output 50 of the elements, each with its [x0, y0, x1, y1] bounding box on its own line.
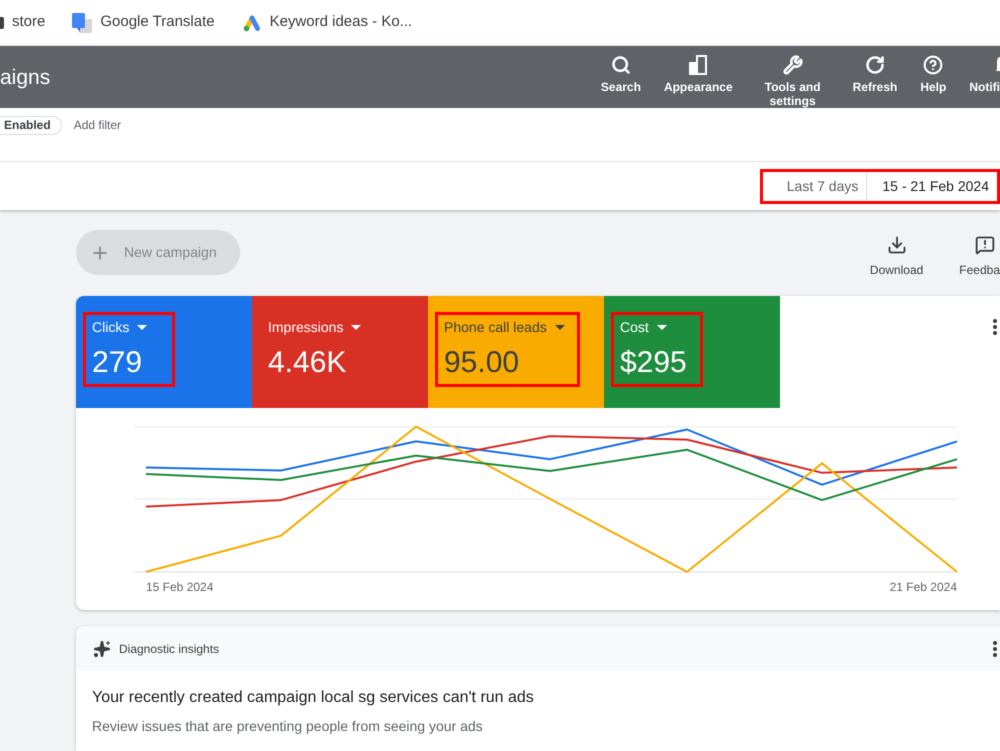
axis-label: 21 Feb 2024	[890, 580, 957, 594]
feedback-icon	[975, 235, 996, 255]
toolbar-button[interactable]: Help	[920, 55, 946, 94]
bookmark-link[interactable]: Keyword ideas - Ko...	[242, 11, 412, 34]
caret-icon	[656, 324, 667, 330]
search-icon	[610, 55, 631, 75]
caret-icon	[137, 324, 148, 330]
metric-value: 95.00	[444, 346, 520, 380]
metric-dropdown[interactable]: Clicks	[92, 318, 160, 336]
metric-dropdown[interactable]: Phone call leads	[444, 318, 565, 336]
more-icon[interactable]	[993, 319, 997, 335]
toolbar-button[interactable]: Refresh	[852, 55, 898, 94]
toolbar-button[interactable]: Appearance	[664, 55, 733, 94]
metric-tile[interactable]: Impressions 4.46K	[252, 296, 428, 408]
more-icon[interactable]	[993, 640, 997, 656]
page-title: aigns	[0, 65, 50, 91]
sparkle-icon	[93, 640, 111, 658]
filter-chip[interactable]: Enabled	[0, 116, 62, 135]
insight-description: Review issues that are preventing people from seeing your ads	[92, 717, 484, 736]
toolbar-button[interactable]: Search	[600, 55, 641, 94]
toolbar-button[interactable]: Notifi	[969, 55, 1000, 94]
download-icon	[886, 235, 907, 255]
logo-icon	[242, 14, 262, 32]
bookmark-link[interactable]: store	[0, 11, 46, 34]
toolbar-button[interactable]: Download	[870, 235, 924, 277]
add-filter-link[interactable]: Add filter	[74, 116, 122, 135]
toolbar-button[interactable]: Tools and settings	[756, 55, 830, 108]
date-preset-button[interactable]: Last 7 days	[762, 176, 866, 196]
wrench-icon	[782, 55, 803, 75]
bookmark-link[interactable]: Google Translate	[72, 11, 215, 34]
toolbar-button[interactable]: Feedba	[959, 235, 1000, 277]
metric-tile[interactable]: Clicks 279	[76, 296, 252, 408]
section-title: Diagnostic insights	[119, 640, 220, 658]
refresh-icon	[864, 55, 885, 75]
bookmark-icon	[0, 16, 4, 28]
axis-label: 15 Feb 2024	[146, 580, 214, 594]
metric-tile[interactable]: Cost $295	[604, 296, 780, 408]
metric-tile[interactable]: Phone call leads 95.00	[428, 296, 604, 408]
metric-dropdown[interactable]: Impressions	[268, 318, 362, 336]
help-icon	[923, 55, 944, 75]
translate-icon	[72, 12, 92, 32]
date-range-button[interactable]: 15 - 21 Feb 2024	[866, 172, 997, 200]
metric-dropdown[interactable]: Cost	[620, 318, 688, 336]
metric-value: 279	[92, 346, 144, 380]
caret-icon	[351, 324, 362, 330]
metric-value: $295	[620, 346, 688, 380]
panels-icon	[688, 55, 708, 75]
metric-value: 4.46K	[268, 346, 348, 380]
caret-icon	[554, 324, 565, 330]
insight-headline: Your recently created campaign local sg services can't run ads	[92, 688, 535, 708]
